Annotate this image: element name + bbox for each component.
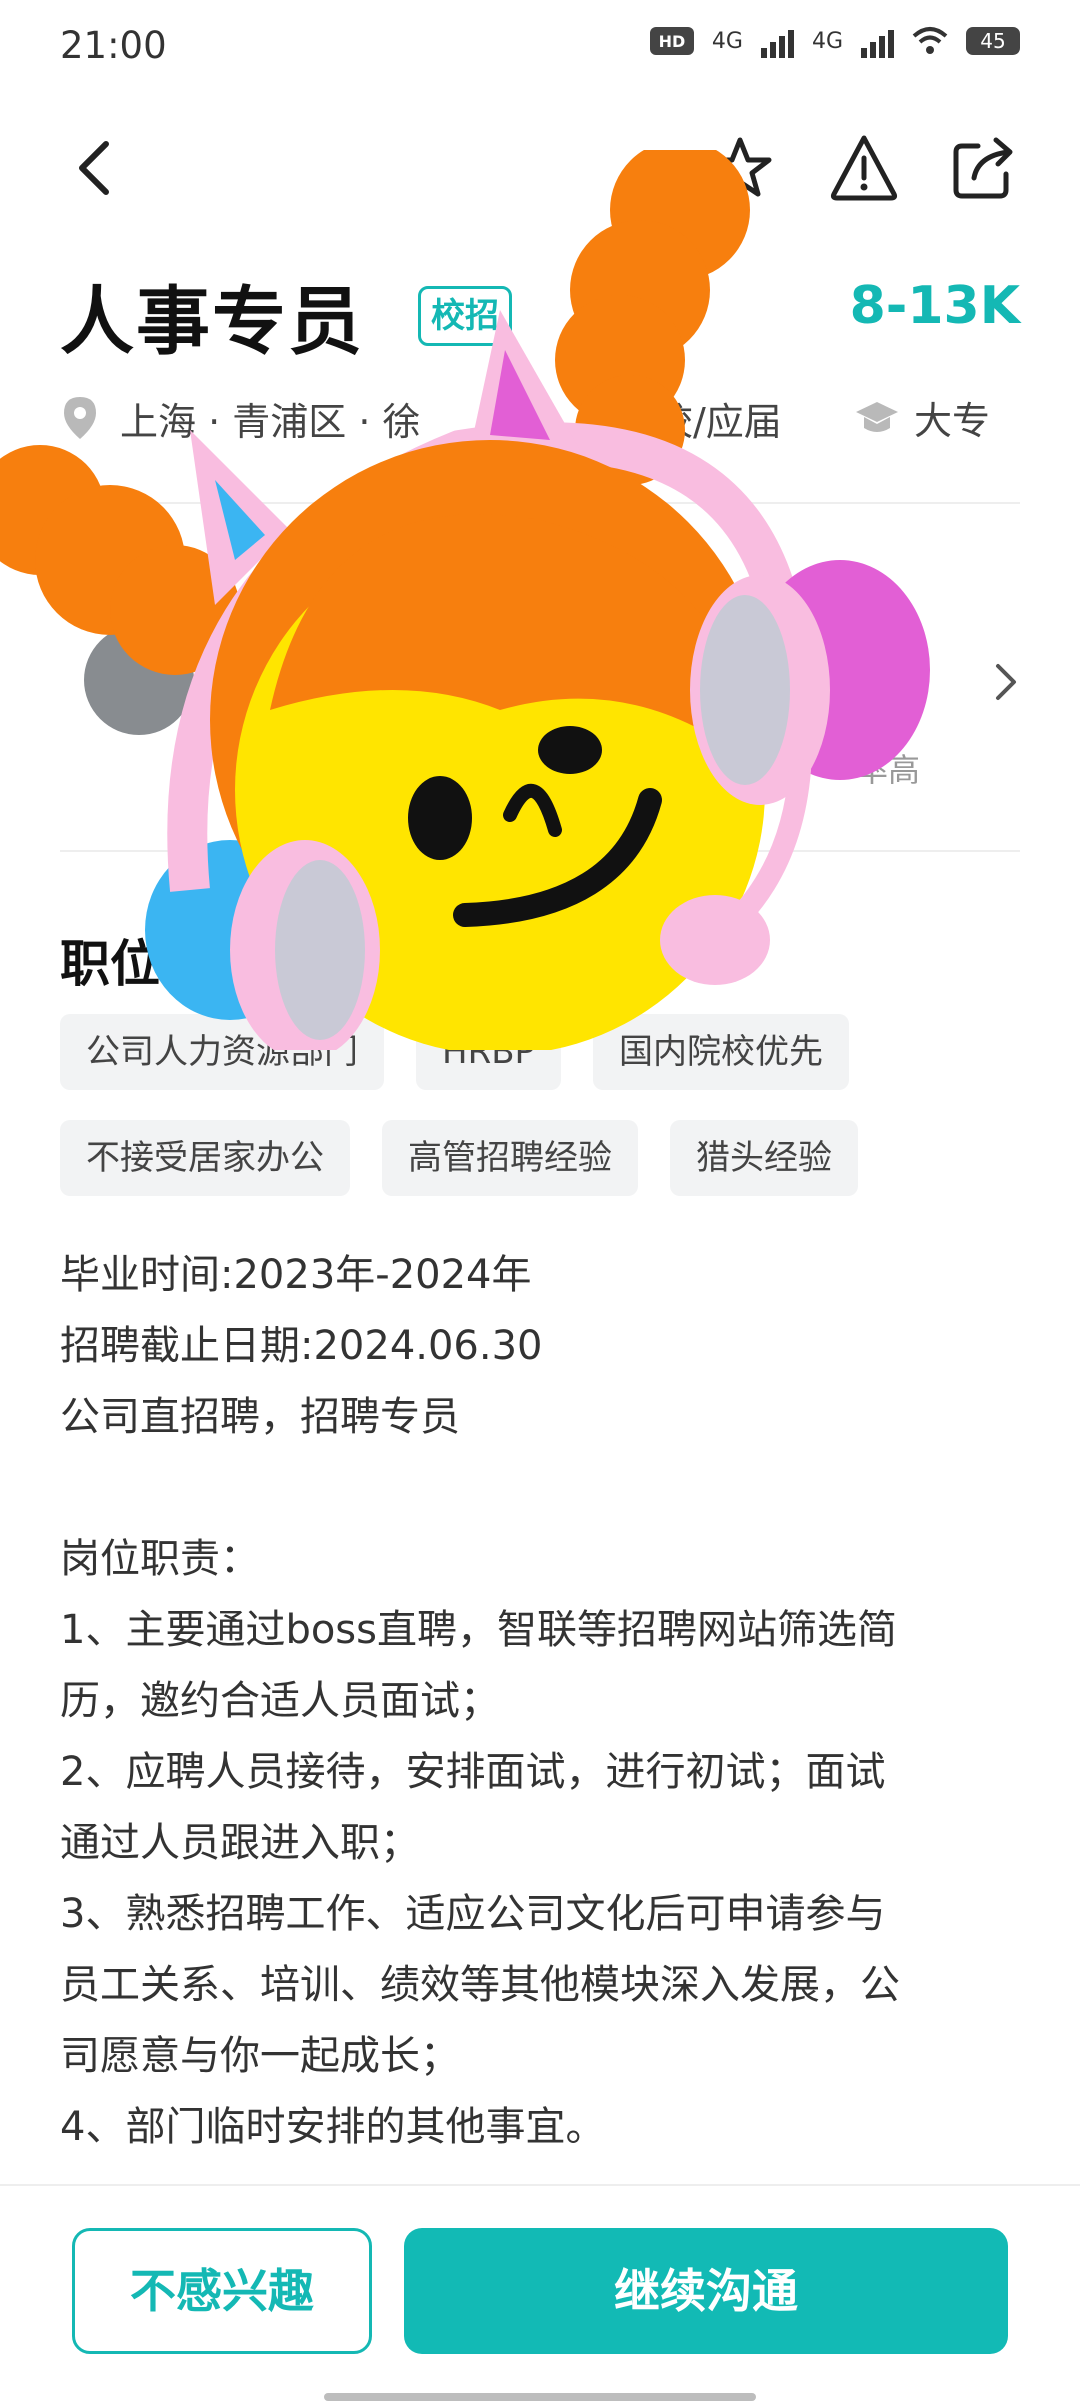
description-line: 通过人员跟进入职；	[60, 1820, 420, 1866]
chevron-right-icon	[996, 664, 1016, 700]
description-line: 1、主要通过boss直聘，智联等招聘网站筛选简	[60, 1607, 897, 1653]
description-line: 历，邀约合适人员面试；	[60, 1678, 500, 1724]
network-label-2: 4G	[811, 28, 843, 54]
home-indicator[interactable]	[324, 2393, 756, 2401]
network-label-1: 4G	[711, 28, 743, 54]
skill-tag: 不接受居家办公	[60, 1120, 350, 1196]
tag-row: 不接受居家办公 高管招聘经验 猎头经验	[60, 1120, 1020, 1196]
signal-icon	[760, 24, 794, 58]
status-bar: 21:00 HD 4G 4G 45	[0, 0, 1080, 92]
description-line	[60, 1453, 1020, 1524]
share-icon[interactable]	[948, 132, 1020, 204]
description-line: 毕业时间:2023年-2024年	[60, 1252, 532, 1298]
status-icons: HD 4G 4G 45	[649, 24, 1020, 58]
signal-icon-2	[861, 24, 894, 58]
skill-tag: 高管招聘经验	[382, 1120, 638, 1196]
description-line: 岗位职责：	[60, 1536, 260, 1582]
description-line: 2、应聘人员接待，安排面试，进行初试；面试	[60, 1749, 886, 1795]
description-line: 员工关系、培训、绩效等其他模块深入发展，公	[60, 1962, 900, 2008]
description-line: 3、熟悉招聘工作、适应公司文化后可申请参与	[60, 1891, 886, 1937]
not-interested-button[interactable]: 不感兴趣	[72, 2228, 372, 2354]
skill-tag: 猎头经验	[670, 1120, 858, 1196]
bottom-divider	[0, 2184, 1080, 2186]
description-line: 司愿意与你一起成长；	[60, 2033, 460, 2079]
wifi-icon	[912, 27, 948, 54]
description-line: 公司直招聘，招聘专员	[60, 1394, 460, 1440]
continue-chat-button[interactable]: 继续沟通	[404, 2228, 1008, 2354]
description-line: 招聘截止日期:2024.06.30	[60, 1323, 543, 1369]
emoji-sticker	[0, 150, 930, 1050]
battery-icon: 45	[966, 27, 1020, 55]
description-line: 4、部门临时安排的其他事宜。	[60, 2104, 606, 2150]
job-description: 毕业时间:2023年-2024年 招聘截止日期:2024.06.30 公司直招聘…	[60, 1240, 1020, 2163]
hd-icon: HD	[649, 27, 694, 55]
status-time: 21:00	[60, 24, 167, 67]
